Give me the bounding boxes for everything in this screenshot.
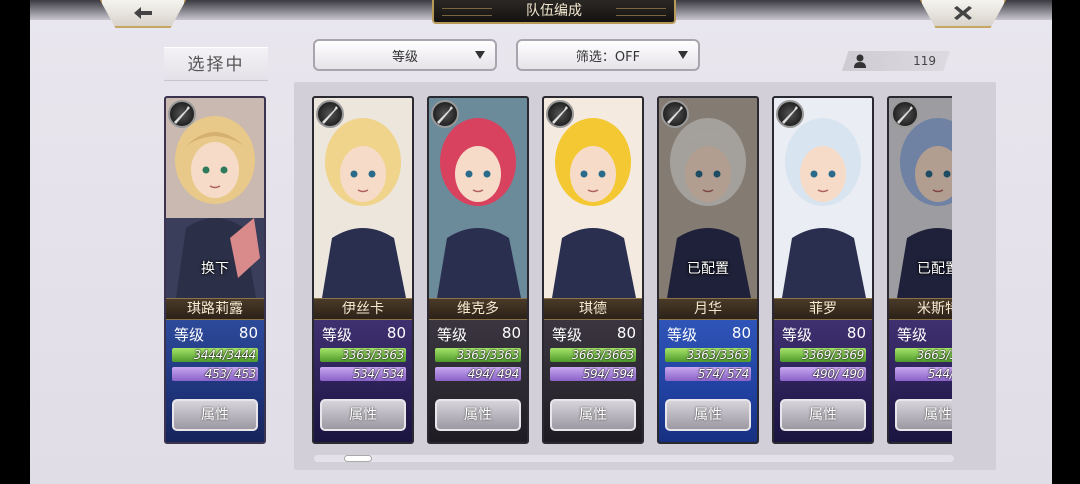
screen: 队伍编成 选择中 等级 筛选：OFF 119 换下 琪路莉露 等级 80 344…: [30, 0, 1052, 484]
mp-bar: 574/ 574: [665, 367, 751, 381]
level-label: 等级: [437, 326, 468, 344]
character-name: 琪德: [544, 298, 642, 320]
character-stats: 等级 80 3663/3663 544/ 544 属性: [889, 320, 952, 442]
deployed-label: 已配置: [687, 261, 729, 277]
level-value: 80: [846, 324, 866, 342]
hp-bar: 3369/3369: [780, 348, 866, 362]
character-name: 米斯特: [889, 298, 952, 320]
character-card[interactable]: 已配置 月华 等级 80 3363/3363 574/ 574 属性: [657, 96, 759, 444]
hp-bar: 3663/3663: [550, 348, 636, 362]
filter-dropdown-value: 筛选：OFF: [575, 49, 641, 65]
level-label: 等级: [667, 326, 698, 344]
level-label: 等级: [174, 326, 205, 344]
hp-bar: 3363/3363: [435, 348, 521, 362]
level-value: 80: [616, 324, 636, 342]
level-row: 等级 80: [174, 324, 258, 344]
person-icon: [854, 54, 866, 68]
roster-scrollbar[interactable]: [314, 455, 954, 462]
attribute-button[interactable]: 属性: [435, 399, 521, 431]
level-value: 80: [731, 324, 751, 342]
level-row: 等级 80: [437, 324, 521, 344]
attribute-button[interactable]: 属性: [665, 399, 751, 431]
weapon-icon: [661, 100, 689, 128]
character-name: 月华: [659, 298, 757, 320]
weapon-icon: [891, 100, 919, 128]
weapon-icon: [316, 100, 344, 128]
level-label: 等级: [782, 326, 813, 344]
close-button[interactable]: [920, 0, 1006, 28]
level-row: 等级 80: [322, 324, 406, 344]
character-card[interactable]: 伊丝卡 等级 80 3363/3363 534/ 534 属性: [312, 96, 414, 444]
character-name: 琪路莉露: [166, 298, 264, 320]
attribute-button[interactable]: 属性: [550, 399, 636, 431]
hp-bar: 3363/3363: [320, 348, 406, 362]
selecting-label: 选择中: [164, 47, 268, 81]
back-arrow-icon: [134, 7, 152, 19]
character-card[interactable]: 菲罗 等级 80 3369/3369 490/ 490 属性: [772, 96, 874, 444]
chevron-down-icon: [678, 51, 688, 59]
attribute-button[interactable]: 属性: [320, 399, 406, 431]
level-value: 80: [501, 324, 521, 342]
level-row: 等级 80: [782, 324, 866, 344]
hp-bar: 3444/3444: [172, 348, 258, 362]
roster-list[interactable]: 伊丝卡 等级 80 3363/3363 534/ 534 属性 维克多 等级 8…: [294, 82, 952, 470]
character-card[interactable]: 已配置 米斯特 等级 80 3663/3663 544/ 544 属性: [887, 96, 952, 444]
mp-bar: 490/ 490: [780, 367, 866, 381]
roster-count: 119: [842, 51, 950, 71]
mp-bar: 544/ 544: [895, 367, 952, 381]
mp-bar: 534/ 534: [320, 367, 406, 381]
level-label: 等级: [552, 326, 583, 344]
hp-bar: 3363/3363: [665, 348, 751, 362]
attribute-button[interactable]: 属性: [780, 399, 866, 431]
mp-bar: 453/ 453: [172, 367, 258, 381]
weapon-icon: [776, 100, 804, 128]
weapon-icon: [546, 100, 574, 128]
attribute-button[interactable]: 属性: [895, 399, 952, 431]
level-row: 等级 80: [897, 324, 952, 344]
character-stats: 等级 80 3363/3363 534/ 534 属性: [314, 320, 412, 442]
sword-icon: [168, 100, 196, 128]
weapon-icon: [431, 100, 459, 128]
roster-count-value: 119: [913, 54, 936, 68]
character-stats: 等级 80 3663/3663 594/ 594 属性: [544, 320, 642, 442]
level-label: 等级: [322, 326, 353, 344]
level-value: 80: [238, 324, 258, 342]
level-value: 80: [386, 324, 406, 342]
close-x-icon: [954, 6, 972, 20]
page-title: 队伍编成: [432, 0, 676, 24]
back-button[interactable]: [100, 0, 186, 28]
character-stats: 等级 80 3363/3363 494/ 494 属性: [429, 320, 527, 442]
mp-bar: 594/ 594: [550, 367, 636, 381]
chevron-down-icon: [475, 51, 485, 59]
character-card[interactable]: 维克多 等级 80 3363/3363 494/ 494 属性: [427, 96, 529, 444]
hp-bar: 3663/3663: [895, 348, 952, 362]
scroll-thumb[interactable]: [344, 455, 372, 462]
character-stats: 等级 80 3369/3369 490/ 490 属性: [774, 320, 872, 442]
sort-dropdown-value: 等级: [391, 49, 418, 65]
filter-dropdown[interactable]: 筛选：OFF: [516, 39, 700, 71]
selected-character-card[interactable]: 换下 琪路莉露 等级 80 3444/3444 453/ 453 属性: [164, 96, 266, 444]
character-stats: 等级 80 3444/3444 453/ 453 属性: [166, 320, 264, 442]
mp-bar: 494/ 494: [435, 367, 521, 381]
attribute-button[interactable]: 属性: [172, 399, 258, 431]
sort-dropdown[interactable]: 等级: [313, 39, 497, 71]
character-name: 维克多: [429, 298, 527, 320]
level-label: 等级: [897, 326, 928, 344]
level-row: 等级 80: [552, 324, 636, 344]
deployed-label: 已配置: [917, 261, 952, 277]
swap-out-label: 换下: [201, 261, 229, 277]
level-row: 等级 80: [667, 324, 751, 344]
character-card[interactable]: 琪德 等级 80 3663/3663 594/ 594 属性: [542, 96, 644, 444]
character-name: 伊丝卡: [314, 298, 412, 320]
character-stats: 等级 80 3363/3363 574/ 574 属性: [659, 320, 757, 442]
character-name: 菲罗: [774, 298, 872, 320]
